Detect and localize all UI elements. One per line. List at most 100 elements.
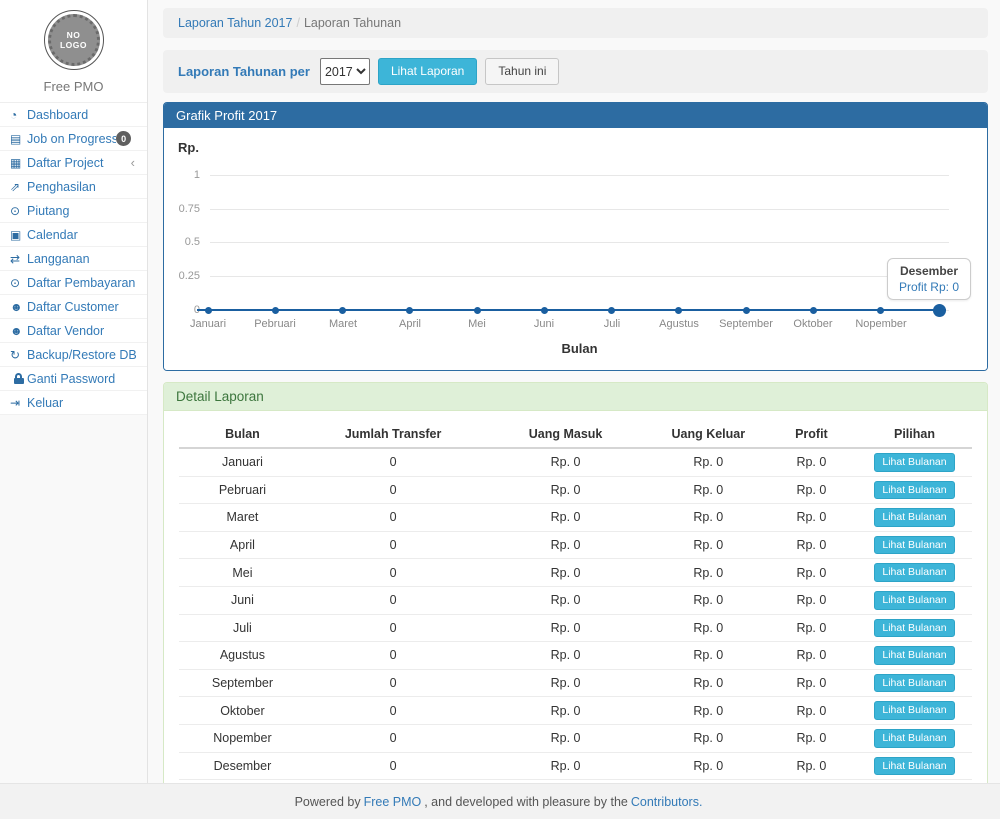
report-table: Bulan Jumlah Transfer Uang Masuk Uang Ke… (179, 421, 972, 804)
col-header-bulan: Bulan (179, 421, 306, 448)
chart-line-icon: ⇗ (10, 180, 27, 194)
lihat-bulanan-button[interactable]: Lihat Bulanan (874, 701, 954, 720)
sidebar-item-penghasilan[interactable]: ⇗ Penghasilan (0, 175, 147, 199)
cell-jumlah: 0 (306, 476, 480, 504)
lihat-bulanan-button[interactable]: Lihat Bulanan (874, 453, 954, 472)
page: NO LOGO Free PMO ◔ Dashboard ▤ Job on Pr… (0, 0, 1000, 819)
footer-link-free-pmo[interactable]: Free PMO (364, 795, 422, 809)
sidebar-item-label: Job on Progress (27, 132, 116, 146)
sidebar-item-backup-restore-db[interactable]: ↻ Backup/Restore DB (0, 343, 147, 367)
lihat-bulanan-button[interactable]: Lihat Bulanan (874, 591, 954, 610)
cell-jumlah: 0 (306, 614, 480, 642)
sidebar-item-label: Piutang (27, 204, 137, 218)
chart-tooltip: Desember Profit Rp: 0 (887, 258, 971, 300)
lihat-bulanan-button[interactable]: Lihat Bulanan (874, 729, 954, 748)
col-header-profit: Profit (766, 421, 857, 448)
cell-profit: Rp. 0 (766, 697, 857, 725)
cell-keluar: Rp. 0 (651, 476, 766, 504)
data-point[interactable] (339, 307, 346, 314)
data-point[interactable] (272, 307, 279, 314)
lihat-bulanan-button[interactable]: Lihat Bulanan (874, 646, 954, 665)
cell-jumlah: 0 (306, 586, 480, 614)
calendar-icon: ▣ (10, 228, 27, 242)
tahun-ini-button[interactable]: Tahun ini (485, 58, 559, 84)
cell-jumlah: 0 (306, 724, 480, 752)
footer-text-prefix: Powered by (295, 795, 361, 809)
data-point[interactable] (406, 307, 413, 314)
breadcrumb-current: Laporan Tahunan (304, 16, 401, 30)
sidebar-item-dashboard[interactable]: ◔ Dashboard (0, 103, 147, 127)
data-point[interactable] (810, 307, 817, 314)
lihat-bulanan-button[interactable]: Lihat Bulanan (874, 508, 954, 527)
sidebar-item-label: Daftar Customer (27, 300, 137, 314)
cell-masuk: Rp. 0 (480, 559, 650, 587)
cell-profit: Rp. 0 (766, 448, 857, 476)
sidebar-item-label: Daftar Project (27, 156, 131, 170)
profit-line-chart: Rp. 1 0.75 0.5 0.25 0 (164, 128, 987, 370)
lihat-bulanan-button[interactable]: Lihat Bulanan (874, 619, 954, 638)
cell-profit: Rp. 0 (766, 724, 857, 752)
cell-jumlah: 0 (306, 752, 480, 780)
gridline: 0.75 (164, 209, 987, 210)
data-point[interactable] (205, 307, 212, 314)
cell-profit: Rp. 0 (766, 504, 857, 532)
y-tick-label: 1 (164, 169, 200, 181)
sidebar-item-daftar-project[interactable]: ▦ Daftar Project ‹ (0, 151, 147, 175)
footer-link-contributors[interactable]: Contributors. (631, 795, 703, 809)
sidebar-item-label: Daftar Vendor (27, 324, 137, 338)
cell-jumlah: 0 (306, 559, 480, 587)
data-point[interactable] (743, 307, 750, 314)
cell-bulan: Nopember (179, 724, 306, 752)
cell-bulan: Juli (179, 614, 306, 642)
sidebar-item-daftar-customer[interactable]: ☻ Daftar Customer (0, 295, 147, 319)
breadcrumb-link-laporan-tahun[interactable]: Laporan Tahun 2017 (178, 16, 292, 30)
data-point[interactable] (675, 307, 682, 314)
data-point[interactable] (474, 307, 481, 314)
table-row: Januari 0 Rp. 0 Rp. 0 Rp. 0 Lihat Bulana… (179, 448, 972, 476)
data-point[interactable] (877, 307, 884, 314)
lihat-bulanan-button[interactable]: Lihat Bulanan (874, 563, 954, 582)
cell-profit: Rp. 0 (766, 642, 857, 670)
table-row: April 0 Rp. 0 Rp. 0 Rp. 0 Lihat Bulanan (179, 531, 972, 559)
brand-name: Free PMO (0, 79, 147, 94)
lihat-bulanan-button[interactable]: Lihat Bulanan (874, 757, 954, 776)
sidebar-item-keluar[interactable]: ⇥ Keluar (0, 391, 147, 415)
data-point[interactable] (608, 307, 615, 314)
cell-bulan: April (179, 531, 306, 559)
cell-masuk: Rp. 0 (480, 586, 650, 614)
cell-masuk: Rp. 0 (480, 531, 650, 559)
table-row: Juni 0 Rp. 0 Rp. 0 Rp. 0 Lihat Bulanan (179, 586, 972, 614)
year-select[interactable]: 2017 (320, 58, 370, 85)
refresh-icon: ↻ (10, 348, 27, 362)
footer: Powered by Free PMO , and developed with… (0, 783, 1000, 819)
lihat-bulanan-button[interactable]: Lihat Bulanan (874, 481, 954, 500)
y-axis-title: Rp. (178, 140, 199, 155)
sidebar-item-daftar-vendor[interactable]: ☻ Daftar Vendor (0, 319, 147, 343)
sidebar-item-ganti-password[interactable]: Ganti Password (0, 367, 147, 391)
cell-bulan: September (179, 669, 306, 697)
lihat-bulanan-button[interactable]: Lihat Bulanan (874, 536, 954, 555)
sidebar-item-piutang[interactable]: ⊙ Piutang (0, 199, 147, 223)
sidebar-item-label: Penghasilan (27, 180, 137, 194)
sidebar-item-job-on-progress[interactable]: ▤ Job on Progress 0 (0, 127, 147, 151)
y-tick-label: 0 (164, 304, 200, 316)
cell-masuk: Rp. 0 (480, 669, 650, 697)
data-point[interactable] (541, 307, 548, 314)
sidebar-item-calendar[interactable]: ▣ Calendar (0, 223, 147, 247)
logo-text-line1: NO (67, 30, 81, 40)
report-table-wrap: Bulan Jumlah Transfer Uang Masuk Uang Ke… (164, 411, 987, 818)
data-point-highlighted[interactable] (933, 304, 946, 317)
cell-keluar: Rp. 0 (651, 669, 766, 697)
gridline: 0.25 (164, 276, 987, 277)
col-header-pilihan: Pilihan (857, 421, 972, 448)
cell-profit: Rp. 0 (766, 559, 857, 587)
cell-profit: Rp. 0 (766, 586, 857, 614)
cell-bulan: Desember (179, 752, 306, 780)
sidebar-item-langganan[interactable]: ⇄ Langganan (0, 247, 147, 271)
sidebar-item-daftar-pembayaran[interactable]: ⊙ Daftar Pembayaran (0, 271, 147, 295)
cell-bulan: Pebruari (179, 476, 306, 504)
gridline: 0.5 (164, 242, 987, 243)
lihat-laporan-button[interactable]: Lihat Laporan (378, 58, 477, 84)
lihat-bulanan-button[interactable]: Lihat Bulanan (874, 674, 954, 693)
sidebar-item-label: Calendar (27, 228, 137, 242)
